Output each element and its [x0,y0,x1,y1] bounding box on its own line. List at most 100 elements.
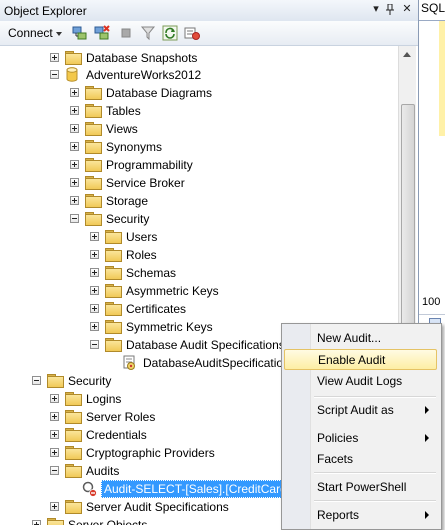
collapse-icon[interactable] [70,214,79,223]
folder-icon [85,86,102,100]
collapse-icon[interactable] [32,376,41,385]
tree-node[interactable]: Certificates [0,300,398,318]
expand-icon[interactable] [50,53,59,62]
tree-node[interactable]: Schemas [0,264,398,282]
tree-node[interactable]: AdventureWorks2012 [0,66,398,84]
pin-icon[interactable] [383,2,397,17]
menu-item-label: Script Audit as [317,403,394,417]
menu-item-label: Reports [317,508,360,522]
expand-icon[interactable] [70,196,79,205]
stop-icon[interactable] [118,25,134,41]
expand-icon[interactable] [50,394,59,403]
editor-margin [439,21,445,136]
folder-icon [85,122,102,136]
expand-icon[interactable] [70,106,79,115]
tree-node-label: Logins [86,392,122,406]
context-menu: New Audit... Enable Audit View Audit Logs S… [281,323,442,530]
refresh-icon[interactable] [162,25,178,41]
menu-item[interactable]: Enable Audit [284,349,437,370]
submenu-arrow-icon [425,511,429,519]
tree-node-label: AdventureWorks2012 [86,68,202,82]
connect-object-explorer-icon[interactable] [72,25,88,41]
folder-icon [85,212,102,226]
collapse-icon[interactable] [50,70,59,79]
tree-node[interactable]: Database Diagrams [0,84,398,102]
filter-icon[interactable] [140,25,156,41]
menu-item[interactable]: View Audit Logs [284,371,437,392]
scroll-up-icon[interactable] [399,46,416,63]
tree-node[interactable]: Synonyms [0,138,398,156]
expand-icon[interactable] [90,304,99,313]
expand-icon[interactable] [70,124,79,133]
menu-item[interactable]: Script Audit as [284,400,437,421]
folder-icon [105,320,122,334]
tree-node[interactable]: Storage [0,192,398,210]
expand-icon[interactable] [50,430,59,439]
collapse-icon[interactable] [90,340,99,349]
submenu-arrow-icon [425,434,429,442]
tree-node-label: Symmetric Keys [126,320,213,334]
expand-icon[interactable] [70,178,79,187]
folder-icon [105,248,122,262]
tab-sql-query[interactable]: SQL [421,1,445,19]
folder-icon [65,410,82,424]
menu-separator [314,472,436,474]
expand-icon[interactable] [32,520,41,525]
tree-node-label: Programmability [106,158,193,172]
menu-item[interactable]: New Audit... [284,328,437,349]
expand-icon[interactable] [50,448,59,457]
folder-icon [85,140,102,154]
tree-node-label: Database Audit Specifications [126,338,285,352]
results-divider [419,314,445,315]
tree-node[interactable]: Security [0,210,398,228]
folder-icon [105,230,122,244]
disconnect-icon[interactable] [94,25,110,41]
database-icon [66,67,78,82]
folder-icon [65,428,82,442]
expand-icon[interactable] [90,322,99,331]
tree-node-label: Security [106,212,150,226]
expand-icon[interactable] [90,250,99,259]
expand-icon[interactable] [70,88,79,97]
expand-icon[interactable] [50,502,59,511]
zoom-level[interactable]: 100 [422,296,440,308]
tree-node[interactable]: Asymmetric Keys [0,282,398,300]
tree-node-label: Asymmetric Keys [126,284,219,298]
tree-node-label: Credentials [86,428,147,442]
tree-node[interactable]: Programmability [0,156,398,174]
menu-item[interactable]: Facets [284,449,437,470]
folder-icon [65,51,82,65]
folder-icon [105,338,122,352]
tree-node-label: Tables [106,104,141,118]
menu-item-label: Start PowerShell [317,480,407,494]
expand-icon[interactable] [50,412,59,421]
menu-item[interactable]: Policies [284,428,437,449]
tree-node-label: Server Audit Specifications [86,500,229,514]
expand-icon[interactable] [90,286,99,295]
activity-monitor-icon[interactable] [184,25,200,41]
expand-icon[interactable] [90,232,99,241]
tree-node-label: Views [106,122,138,136]
tree-node-label: Database Snapshots [86,51,198,65]
menu-item[interactable]: Start PowerShell [284,477,437,498]
close-icon[interactable]: ✕ [400,2,414,17]
audit-disabled-icon [82,481,98,497]
tree-node[interactable]: Users [0,228,398,246]
expand-icon[interactable] [70,160,79,169]
tree-node-label: DatabaseAuditSpecification [143,356,290,370]
tree-node[interactable]: Service Broker [0,174,398,192]
menu-item[interactable]: Reports [284,505,437,526]
collapse-icon[interactable] [50,466,59,475]
connect-button[interactable]: Connect [8,25,70,41]
folder-icon [65,446,82,460]
dropdown-icon[interactable]: ▾ [369,2,383,17]
tree-node[interactable]: Tables [0,102,398,120]
tree-node[interactable]: Roles [0,246,398,264]
tree-node[interactable]: Views [0,120,398,138]
tree-node-label: Cryptographic Providers [86,446,215,460]
tree-node[interactable]: Database Snapshots [0,49,398,67]
tree-node-label: Server Roles [86,410,156,424]
chevron-down-icon [55,31,62,36]
expand-icon[interactable] [90,268,99,277]
expand-icon[interactable] [70,142,79,151]
